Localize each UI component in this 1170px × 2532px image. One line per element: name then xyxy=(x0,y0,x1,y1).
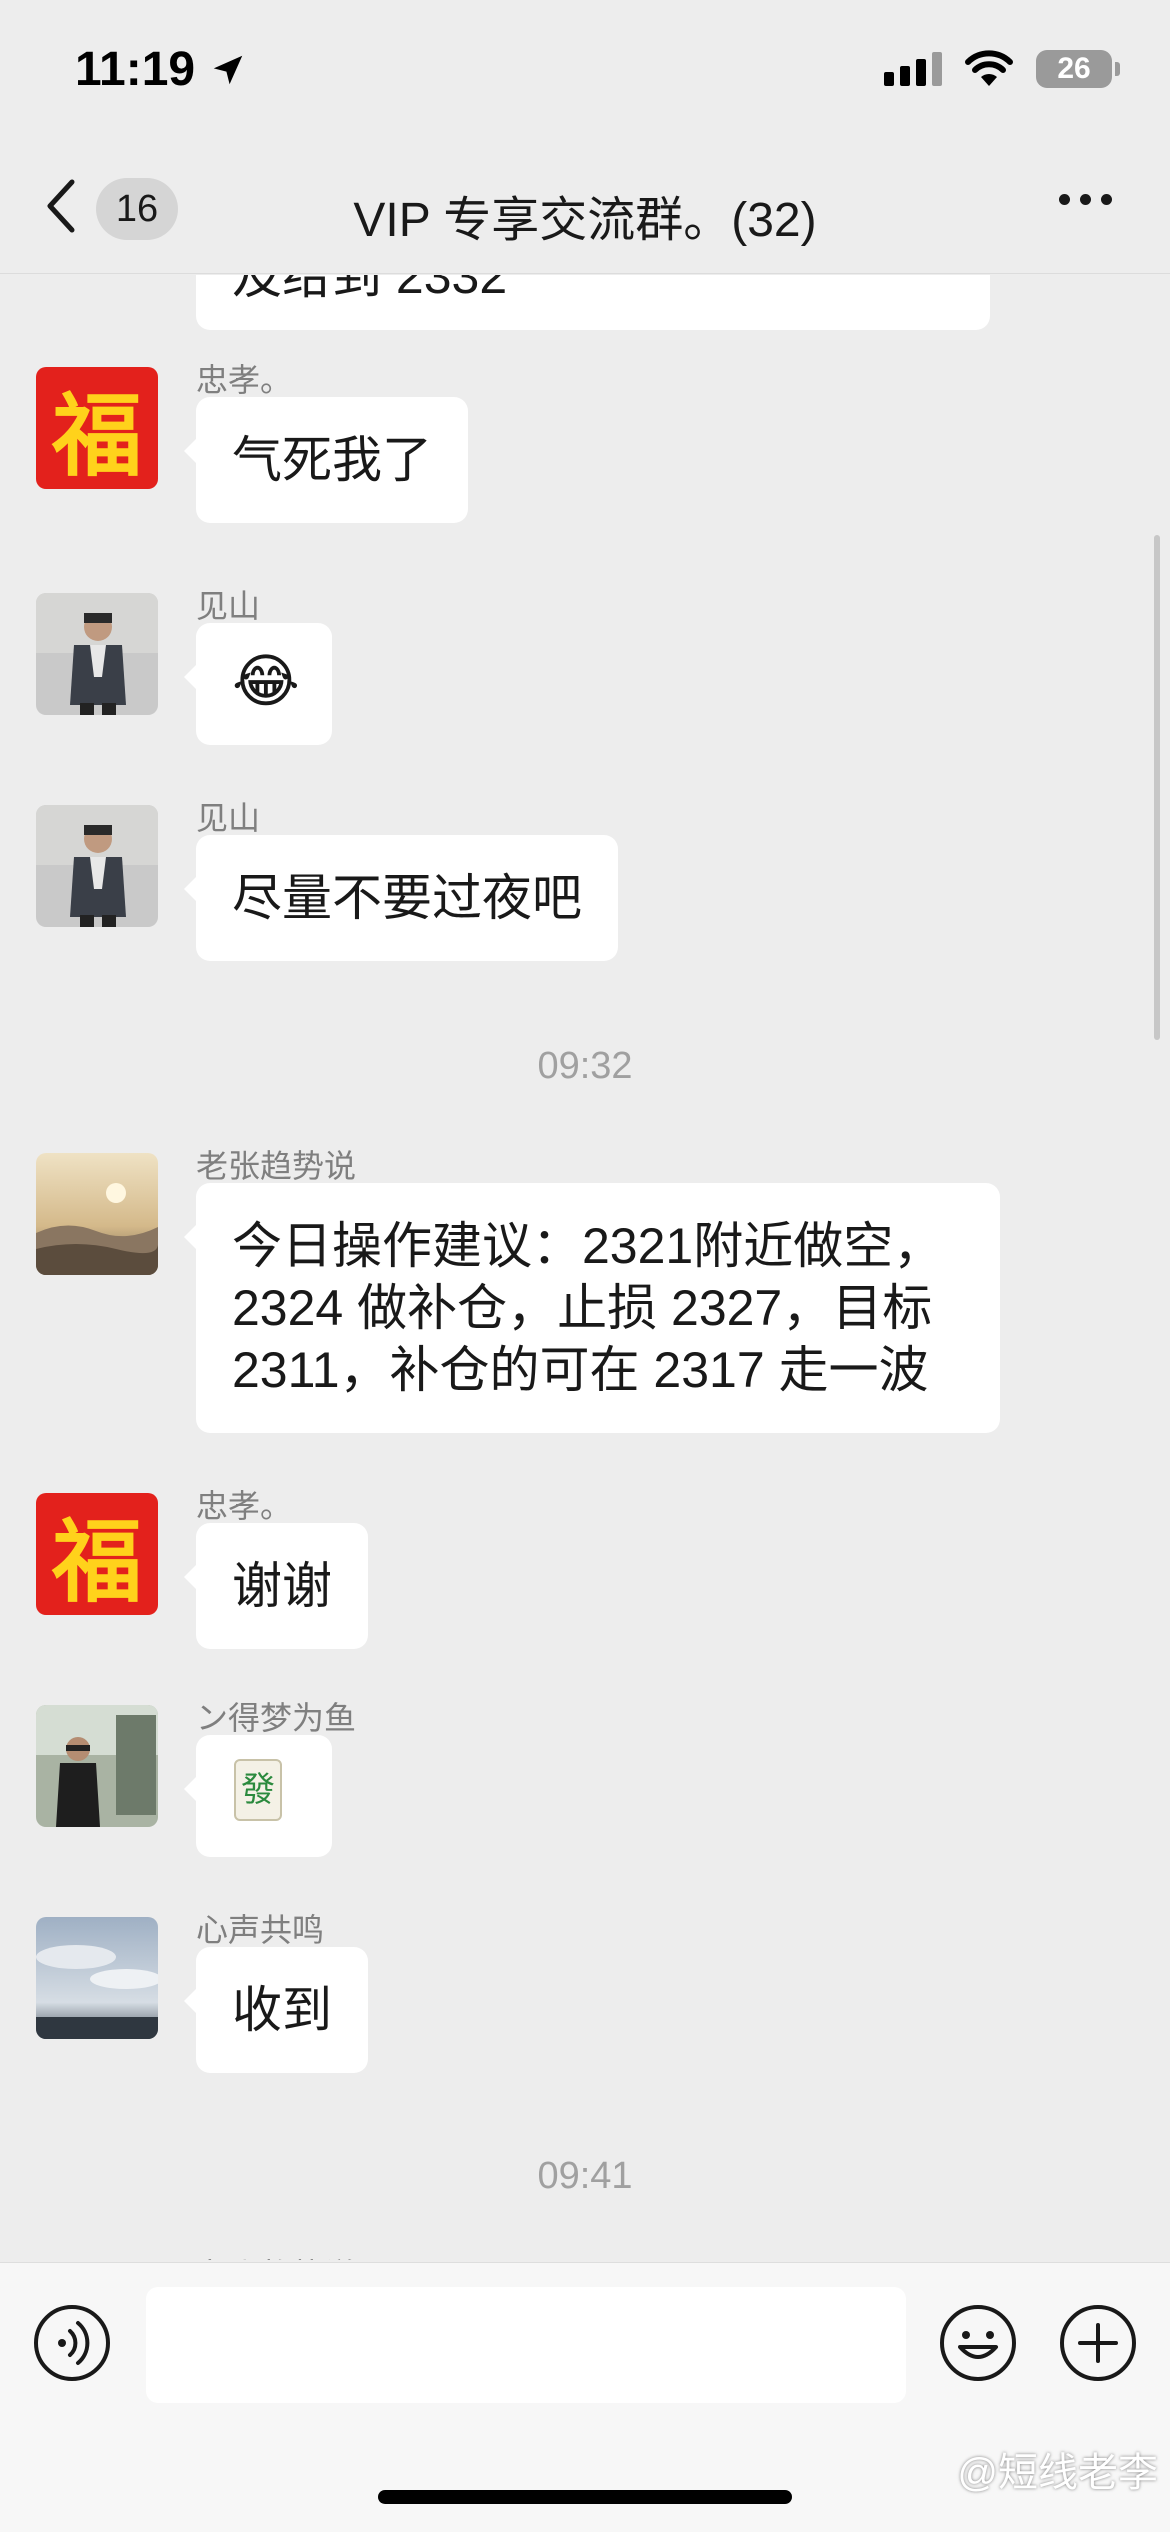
message-line: 今日操作建议：2321附近做空， xyxy=(232,1218,944,1274)
more-options-icon[interactable] xyxy=(1059,194,1112,205)
message-bubble[interactable]: 😂 xyxy=(184,623,332,745)
message-bubble[interactable]: 發 xyxy=(184,1735,332,1857)
message-bubble[interactable]: 谢谢 xyxy=(184,1523,368,1649)
fu-character: 福 xyxy=(52,1509,142,1615)
watermark: @短线老李 xyxy=(957,2451,1158,2495)
home-indicator[interactable] xyxy=(378,2490,792,2504)
avatar-photo-cloudy-sky xyxy=(36,1917,158,2039)
avatar-photo-mountain-sunrise xyxy=(36,1153,158,1275)
sender-name: 老张趋势说 xyxy=(196,2250,356,2260)
sender-name: 见山 xyxy=(196,588,261,624)
avatar-photo-man-in-vest xyxy=(36,805,158,927)
voice-input-icon[interactable] xyxy=(32,2303,112,2383)
avatar[interactable]: 福 xyxy=(36,1493,158,1615)
message-bubble[interactable]: 尽量不要过夜吧 xyxy=(184,835,618,961)
sender-name: 忠孝。 xyxy=(196,1488,293,1524)
avatar[interactable] xyxy=(36,1917,158,2039)
sender-name: 忠孝。 xyxy=(196,362,293,398)
status-bar: 11:19 26 xyxy=(0,0,1170,150)
chat-messages[interactable]: 及给到 2332 福 忠孝。 气死我了 见山 😂 见山 尽量不要过夜吧 09:3… xyxy=(0,275,1170,2260)
avatar-photo-man-in-train xyxy=(36,1705,158,1827)
message-line: 2311，补仓的可在 2317 走一波 xyxy=(232,1342,929,1398)
avatar-photo-man-in-vest xyxy=(36,593,158,715)
timestamp: 09:41 xyxy=(537,2155,633,2197)
back-chevron-icon[interactable] xyxy=(42,176,82,236)
avatar[interactable] xyxy=(36,593,158,715)
message-input[interactable] xyxy=(146,2287,906,2403)
laughing-emoji: 😂 xyxy=(232,649,300,714)
message-bubble[interactable]: 气死我了 xyxy=(184,397,468,523)
plus-icon[interactable] xyxy=(1058,2303,1138,2383)
message-line: 2324 做补仓，止损 2327，目标 xyxy=(232,1280,933,1336)
avatar[interactable] xyxy=(36,1153,158,1275)
message-text: 收到 xyxy=(232,1982,332,2038)
status-time: 11:19 xyxy=(75,42,247,97)
message-text: 及给到 2332 xyxy=(232,275,508,304)
wifi-icon xyxy=(965,50,1013,86)
avatar[interactable]: 福 xyxy=(36,367,158,489)
battery-icon: 26 xyxy=(1036,50,1120,88)
message-text: 尽量不要过夜吧 xyxy=(232,870,582,926)
timestamp: 09:32 xyxy=(537,1045,633,1087)
chat-title: VIP 专享交流群。(32) xyxy=(353,194,817,247)
sender-name: 见山 xyxy=(196,800,261,836)
avatar[interactable] xyxy=(36,1705,158,1827)
fu-character: 福 xyxy=(52,383,142,489)
message-bubble[interactable]: 及给到 2332 xyxy=(196,275,990,330)
message-bubble[interactable]: 收到 xyxy=(184,1947,368,2073)
mahjong-tile-icon: 發 xyxy=(234,1759,282,1821)
sender-name: ン得梦为鱼 xyxy=(196,1700,357,1736)
nav-bar: 16 VIP 专享交流群。(32) xyxy=(0,150,1170,274)
unread-count-badge[interactable]: 16 xyxy=(96,178,178,240)
message-text: 气死我了 xyxy=(232,432,432,488)
emoji-icon[interactable] xyxy=(938,2303,1018,2383)
status-icons: 26 xyxy=(884,50,1120,88)
sender-name: 老张趋势说 xyxy=(196,1148,357,1184)
clock: 11:19 xyxy=(75,43,196,96)
message-bubble[interactable]: 今日操作建议：2321附近做空， 2324 做补仓，止损 2327，目标 231… xyxy=(184,1183,1000,1433)
avatar[interactable] xyxy=(36,805,158,927)
message-text: 谢谢 xyxy=(232,1558,332,1614)
cellular-signal-icon xyxy=(884,52,942,86)
location-arrow-icon xyxy=(213,55,243,84)
scrollbar[interactable] xyxy=(1154,535,1160,1040)
sender-name: 心声共鸣 xyxy=(196,1912,325,1948)
